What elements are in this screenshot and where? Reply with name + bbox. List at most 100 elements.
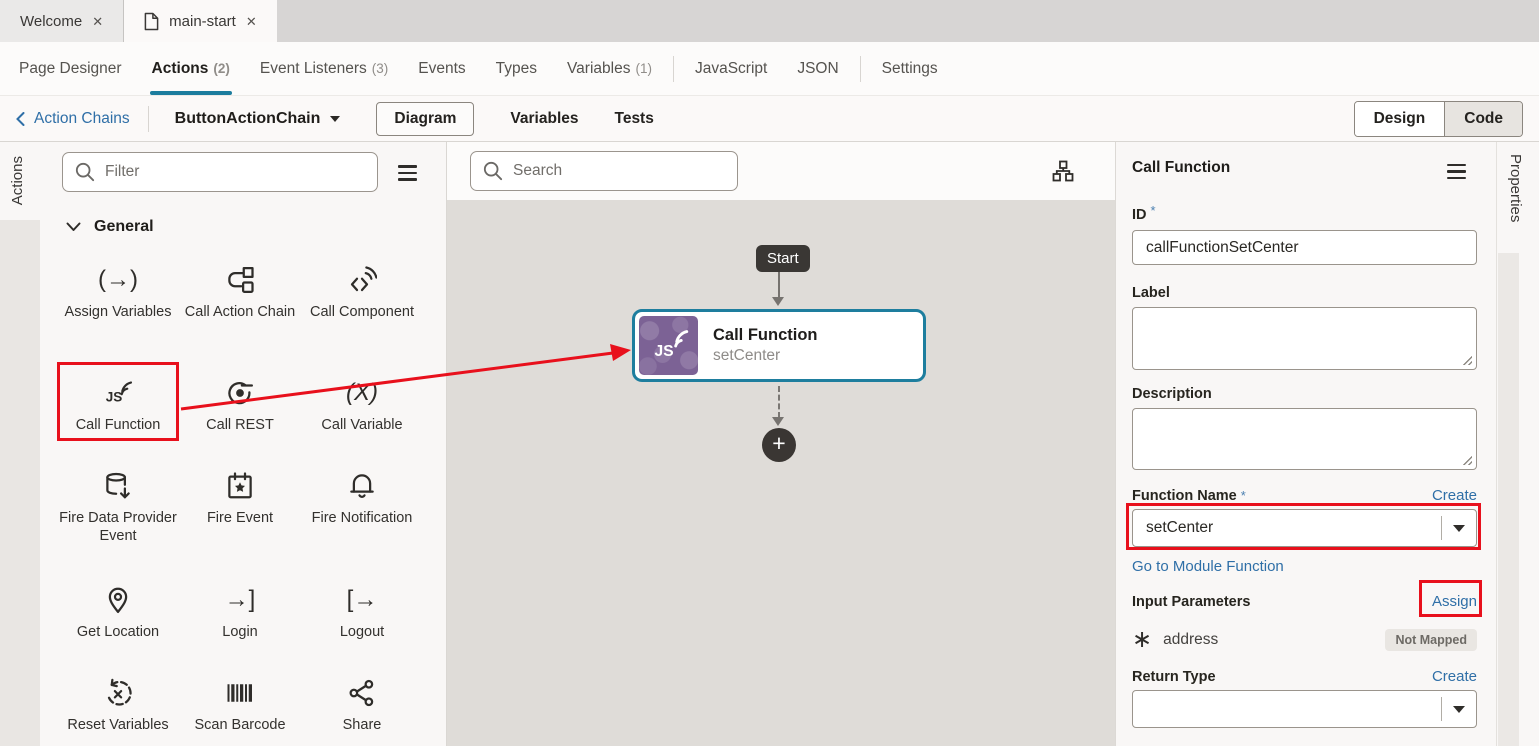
required-asterisk: * bbox=[1241, 488, 1246, 503]
function-name-label: Function Name bbox=[1132, 488, 1237, 504]
palette-item-login[interactable]: →] Login bbox=[179, 580, 301, 641]
tab-settings[interactable]: Settings bbox=[867, 42, 953, 95]
chevron-down-icon[interactable] bbox=[1442, 519, 1476, 538]
layout-hierarchy-icon[interactable] bbox=[1051, 159, 1075, 183]
tab-diagram[interactable]: Diagram bbox=[376, 102, 474, 136]
id-label: ID bbox=[1132, 207, 1147, 223]
call-rest-icon bbox=[179, 373, 301, 413]
label-textarea[interactable] bbox=[1132, 307, 1477, 370]
start-node: Start bbox=[756, 245, 810, 272]
tab-variables[interactable]: Variables(1) bbox=[552, 42, 667, 95]
tab-types[interactable]: Types bbox=[481, 42, 552, 95]
design-button[interactable]: Design bbox=[1355, 102, 1445, 136]
tab-variables-view[interactable]: Variables bbox=[510, 110, 578, 128]
section-general[interactable]: General bbox=[66, 218, 446, 236]
tab-json[interactable]: JSON bbox=[782, 42, 853, 95]
action-chain-toolbar: Action Chains ButtonActionChain Diagram … bbox=[0, 96, 1539, 142]
function-create-link[interactable]: Create bbox=[1432, 487, 1477, 504]
assign-link[interactable]: Assign bbox=[1432, 593, 1477, 610]
login-icon: →] bbox=[179, 580, 301, 620]
logout-icon: [→ bbox=[301, 580, 423, 620]
tab-page-designer[interactable]: Page Designer bbox=[4, 42, 137, 95]
close-icon[interactable]: ✕ bbox=[92, 15, 103, 28]
chevron-down-icon[interactable] bbox=[1442, 700, 1476, 719]
node-title: Call Function bbox=[713, 326, 818, 345]
tab-welcome[interactable]: Welcome ✕ bbox=[0, 0, 124, 42]
return-type-create-link[interactable]: Create bbox=[1432, 668, 1477, 685]
resize-grip-icon[interactable] bbox=[1461, 354, 1472, 365]
properties-panel-tab[interactable]: Properties bbox=[1507, 154, 1524, 222]
palette-item-call-action-chain[interactable]: Call Action Chain bbox=[179, 260, 301, 321]
design-code-toggle: Design Code bbox=[1354, 101, 1523, 137]
properties-scrollbar[interactable] bbox=[1498, 253, 1519, 746]
call-action-chain-icon bbox=[179, 260, 301, 300]
app-window: Welcome ✕ main-start ✕ Page Designer Act… bbox=[0, 0, 1539, 746]
palette-menu-icon[interactable] bbox=[398, 163, 417, 180]
divider bbox=[860, 56, 861, 82]
divider bbox=[673, 56, 674, 82]
chevron-down-icon bbox=[66, 222, 81, 232]
js-function-icon: JS bbox=[639, 316, 698, 375]
palette-item-call-component[interactable]: Call Component bbox=[301, 260, 423, 321]
fire-event-icon bbox=[179, 466, 301, 506]
event-listeners-count: (3) bbox=[372, 61, 389, 76]
palette-filter-input[interactable] bbox=[105, 163, 365, 181]
tab-event-listeners[interactable]: Event Listeners(3) bbox=[245, 42, 403, 95]
svg-text:JS: JS bbox=[106, 390, 123, 405]
action-chain-canvas[interactable]: Start JS Call Function setCenter + bbox=[447, 200, 1115, 746]
function-name-select[interactable]: setCenter bbox=[1132, 509, 1477, 547]
get-location-icon bbox=[57, 580, 179, 620]
properties-menu-icon[interactable] bbox=[1447, 162, 1466, 179]
diagram-search-input[interactable] bbox=[513, 162, 725, 180]
tab-javascript[interactable]: JavaScript bbox=[680, 42, 782, 95]
id-input[interactable] bbox=[1132, 230, 1477, 265]
parameter-asterisk-icon: ∗ bbox=[1132, 628, 1152, 652]
chevron-down-icon[interactable] bbox=[330, 116, 340, 127]
resize-grip-icon[interactable] bbox=[1461, 454, 1472, 465]
chain-name: ButtonActionChain bbox=[175, 110, 321, 128]
palette-item-assign-variables[interactable]: (→) Assign Variables bbox=[57, 260, 179, 321]
palette-item-scan-barcode[interactable]: Scan Barcode bbox=[179, 673, 301, 734]
actions-panel-tab[interactable]: Actions bbox=[9, 156, 26, 205]
palette-item-logout[interactable]: [→ Logout bbox=[301, 580, 423, 641]
tab-tests[interactable]: Tests bbox=[615, 110, 654, 128]
tab-events[interactable]: Events bbox=[403, 42, 480, 95]
assign-variables-icon: (→) bbox=[57, 260, 179, 300]
call-function-node[interactable]: JS Call Function setCenter bbox=[632, 309, 926, 382]
add-action-button[interactable]: + bbox=[762, 428, 796, 462]
palette-item-share[interactable]: Share bbox=[301, 673, 423, 734]
divider bbox=[148, 106, 149, 132]
function-name-value: setCenter bbox=[1133, 519, 1441, 537]
close-icon[interactable]: ✕ bbox=[246, 15, 257, 28]
palette-item-get-location[interactable]: Get Location bbox=[57, 580, 179, 641]
code-button[interactable]: Code bbox=[1444, 102, 1522, 136]
call-variable-icon: (X) bbox=[301, 373, 423, 413]
actions-count: (2) bbox=[213, 61, 230, 76]
description-label: Description bbox=[1132, 386, 1212, 402]
palette-item-fire-notification[interactable]: Fire Notification bbox=[301, 466, 423, 545]
palette-item-reset-variables[interactable]: Reset Variables bbox=[57, 673, 179, 734]
scan-barcode-icon bbox=[179, 673, 301, 713]
tab-actions[interactable]: Actions(2) bbox=[137, 42, 245, 95]
palette-scrollbar[interactable] bbox=[0, 220, 40, 746]
go-to-module-function-link[interactable]: Go to Module Function bbox=[1132, 558, 1284, 575]
module-tab-bar: Page Designer Actions(2) Event Listeners… bbox=[0, 42, 1539, 96]
palette-item-fire-data-provider-event[interactable]: Fire Data Provider Event bbox=[57, 466, 179, 545]
palette-item-call-variable[interactable]: (X) Call Variable bbox=[301, 373, 423, 434]
back-to-action-chains-link[interactable]: Action Chains bbox=[16, 110, 130, 128]
parameter-row: ∗ address Not Mapped bbox=[1132, 628, 1477, 652]
variables-count: (1) bbox=[635, 61, 652, 76]
palette-item-call-function[interactable]: JS Call Function bbox=[57, 373, 179, 434]
window-tab-strip: Welcome ✕ main-start ✕ bbox=[0, 0, 1539, 42]
description-textarea[interactable] bbox=[1132, 408, 1477, 470]
not-mapped-badge: Not Mapped bbox=[1385, 629, 1477, 651]
palette-item-call-rest[interactable]: Call REST bbox=[179, 373, 301, 434]
tab-main-start[interactable]: main-start ✕ bbox=[124, 0, 277, 42]
search-icon bbox=[483, 161, 503, 181]
return-type-select[interactable] bbox=[1132, 690, 1477, 728]
document-icon bbox=[144, 12, 159, 31]
palette-item-fire-event[interactable]: Fire Event bbox=[179, 466, 301, 545]
right-tab-rail: Properties bbox=[1497, 142, 1539, 746]
call-function-icon: JS bbox=[57, 373, 179, 413]
share-icon bbox=[301, 673, 423, 713]
